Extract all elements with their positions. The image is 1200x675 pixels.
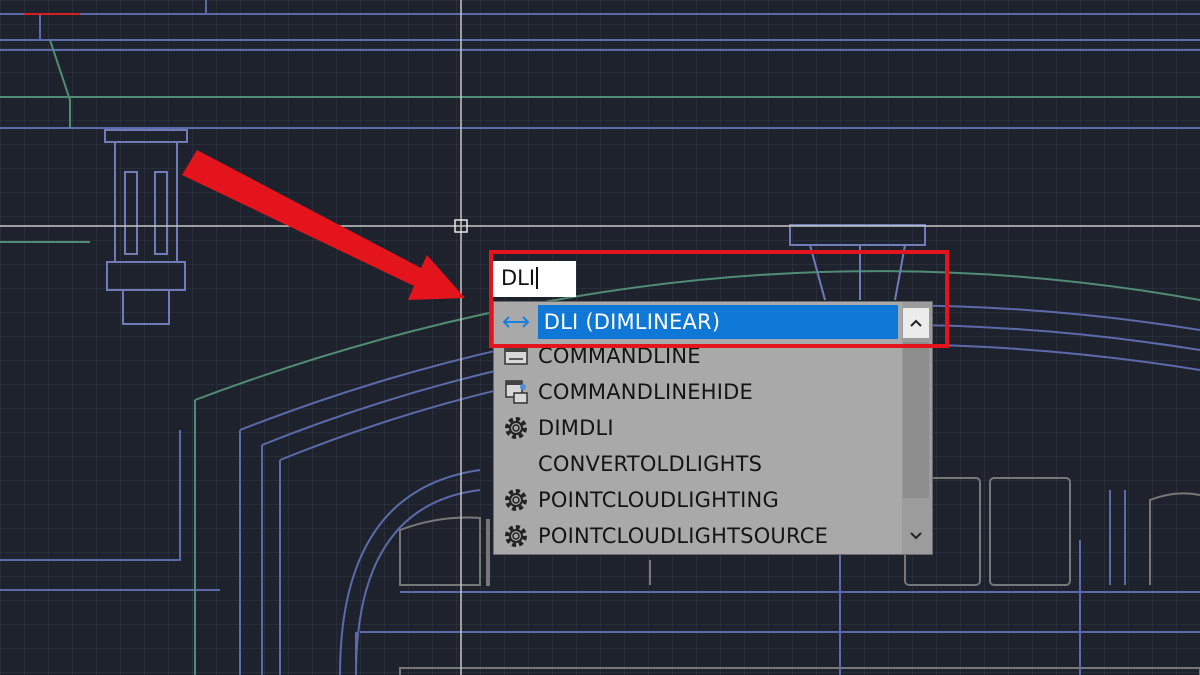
list-item[interactable]: POINTCLOUDLIGHTSOURCE	[494, 518, 898, 554]
list-item-label: DIMDLI	[538, 416, 614, 440]
chevron-down-icon	[910, 532, 922, 540]
list-item-label: POINTCLOUDLIGHTSOURCE	[538, 524, 829, 548]
list-item-label: POINTCLOUDLIGHTING	[538, 488, 779, 512]
gear-icon	[494, 482, 538, 518]
list-item[interactable]: CONVERTOLDLIGHTS	[494, 446, 898, 482]
blank-icon	[494, 446, 538, 482]
scroll-down-button[interactable]	[903, 522, 929, 550]
command-window-hide-icon	[494, 374, 538, 410]
list-item[interactable]: POINTCLOUDLIGHTING	[494, 482, 898, 518]
gear-icon	[494, 410, 538, 446]
window-frame	[989, 477, 1071, 586]
list-item-label: CONVERTOLDLIGHTS	[538, 452, 763, 476]
annotation-arrow	[182, 150, 465, 300]
gear-icon	[494, 518, 538, 554]
column-capital	[104, 129, 188, 143]
window-frame	[1149, 492, 1200, 585]
highlight-box	[489, 250, 949, 348]
list-item[interactable]: DIMDLI	[494, 410, 898, 446]
list-item-label: COMMANDLINEHIDE	[538, 380, 753, 404]
window-frame	[399, 516, 481, 586]
scrollbar-thumb[interactable]	[903, 342, 929, 498]
list-item[interactable]: COMMANDLINEHIDE	[494, 374, 898, 410]
